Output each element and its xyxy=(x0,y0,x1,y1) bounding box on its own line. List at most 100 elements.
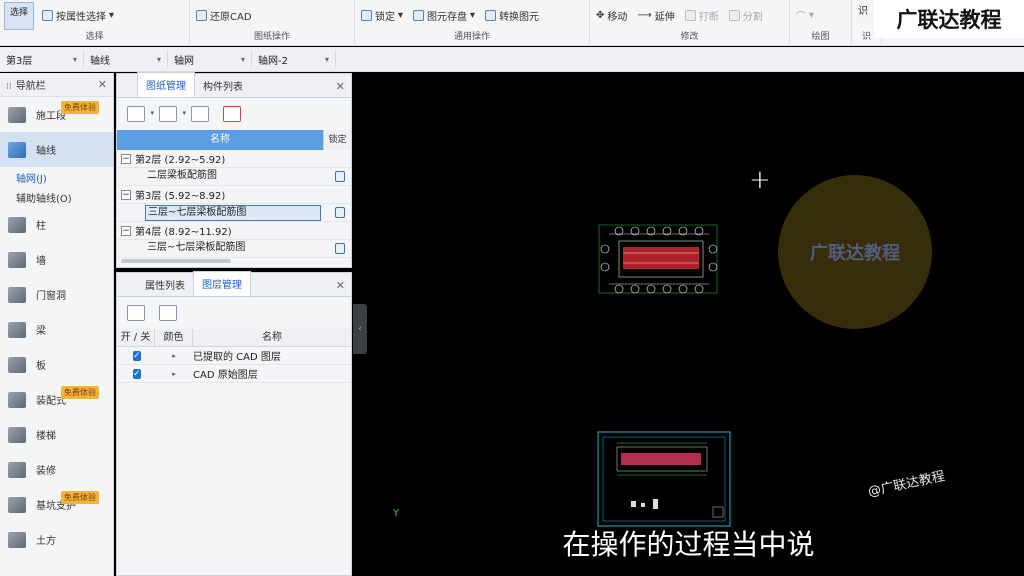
layer-toolbar xyxy=(117,297,351,329)
collapse-icon[interactable]: − xyxy=(121,153,131,164)
nav-item-decoration[interactable]: 装修 xyxy=(0,452,113,487)
convert-button[interactable]: 转换图元 xyxy=(485,8,539,23)
col-color: 颜色 xyxy=(155,329,193,346)
group-label-modify: 修改 xyxy=(680,32,699,42)
table-row-group[interactable]: − 第4层 (8.92~11.92) xyxy=(117,222,351,240)
collapse-icon[interactable]: − xyxy=(121,189,131,200)
group-label-select: 选择 xyxy=(85,32,104,42)
tab-drawing-manager[interactable]: 图纸管理 xyxy=(137,72,195,97)
brand-watermark: 广联达教程 xyxy=(874,0,1024,38)
free-trial-badge: 免费体验 xyxy=(61,101,99,114)
chevron-down-icon: ▾ xyxy=(156,54,161,64)
prop-select-button[interactable]: 按属性选择 ▾ xyxy=(42,8,114,23)
cad-canvas[interactable]: 广联达教程 + Y @广联达教程 在操作的过程当中说 xyxy=(353,73,1024,576)
extend-button[interactable]: ⟶ 延伸 xyxy=(637,8,674,23)
type-select[interactable]: 轴线 ▾ xyxy=(84,50,168,68)
collapse-icon[interactable]: − xyxy=(121,225,131,236)
select-button[interactable]: 选择 xyxy=(4,2,34,30)
drawing-manager-panel: 图纸管理 构件列表 ✕ ▾ ▾ 名称 锁定 − 第2层 (2.92~5.92) 二… xyxy=(116,72,352,268)
edit-drawing-icon[interactable]: ▾ xyxy=(159,106,186,122)
table-row-group[interactable]: − 第3层 (5.92~8.92) xyxy=(117,186,351,204)
free-trial-badge: 免费体验 xyxy=(61,386,99,399)
add-drawing-icon[interactable]: ▾ xyxy=(127,106,154,122)
split-icon xyxy=(728,10,740,21)
close-icon[interactable]: ✕ xyxy=(336,80,345,93)
free-trial-badge: 免费体验 xyxy=(61,491,99,504)
layers-hide-icon[interactable] xyxy=(159,305,177,321)
table-row[interactable]: 二层梁板配筋图 xyxy=(117,168,351,186)
chevron-down-icon: ▾ xyxy=(324,54,329,64)
tab-layer-manager[interactable]: 图层管理 xyxy=(193,271,251,296)
grip-icon[interactable]: ⁞⁞ xyxy=(6,82,12,92)
horizontal-scrollbar[interactable] xyxy=(121,259,231,263)
table-row-selected[interactable]: 三层~七层梁板配筋图 xyxy=(117,204,351,222)
nav-item-axis[interactable]: 轴线 xyxy=(0,132,113,167)
nav-sub-aux-axis[interactable]: 辅助轴线(O) xyxy=(0,187,113,207)
restore-icon xyxy=(196,10,207,21)
chevron-down-icon: ▾ xyxy=(72,54,77,64)
layers-show-icon[interactable] xyxy=(127,305,145,321)
account-watermark: @广联达教程 xyxy=(866,469,947,500)
filter-bar: 第3层 ▾ 轴线 ▾ 轴网 ▾ 轴网-2 ▾ xyxy=(0,47,1024,72)
group-label-drawing: 图纸操作 xyxy=(253,32,290,42)
ribbon-group-common: 锁定 ▾ 图元存盘 ▾ 转换图元 通用操作 xyxy=(355,0,590,46)
table-row[interactable]: 三层~七层梁板配筋图 xyxy=(117,240,351,258)
video-subtitle: 在操作的过程当中说 xyxy=(562,528,815,561)
nav-sub-axis-grid[interactable]: 轴网(J) xyxy=(0,167,113,187)
lock-icon[interactable] xyxy=(335,171,345,182)
nav-item-stairs[interactable]: 楼梯 xyxy=(0,417,113,452)
layer-tabs: 属性列表 图层管理 ✕ xyxy=(117,271,351,297)
layer-row[interactable]: ✓ ▸ CAD 原始图层 xyxy=(117,365,351,383)
checkbox[interactable]: ✓ xyxy=(133,350,141,361)
nav-item-prefab[interactable]: 装配式 免费体验 xyxy=(0,382,113,417)
panel-collapse-handle[interactable]: ‹ xyxy=(353,304,367,354)
ribbon-group-select: 选择 按属性选择 ▾ 选择 xyxy=(0,0,190,46)
col-name: 名称 xyxy=(117,130,323,150)
split-button[interactable]: 分割 xyxy=(728,8,763,23)
restore-cad-button[interactable]: 还原CAD xyxy=(196,8,252,23)
delete-icon[interactable] xyxy=(223,106,241,122)
convert-icon xyxy=(485,10,497,21)
lock-button[interactable]: 锁定 ▾ xyxy=(361,8,403,23)
cad-drawing-sheet[interactable] xyxy=(597,431,731,527)
checkbox[interactable]: ✓ xyxy=(133,368,141,379)
nav-item-openings[interactable]: 门窗洞 xyxy=(0,277,113,312)
decoration-icon xyxy=(8,461,26,478)
instance-select[interactable]: 轴网-2 ▾ xyxy=(252,50,336,68)
col-layer-name: 名称 xyxy=(262,332,282,343)
refresh-icon[interactable] xyxy=(191,106,209,122)
nav-item-slab[interactable]: 板 xyxy=(0,347,113,382)
table-row-group[interactable]: − 第2层 (2.92~5.92) xyxy=(117,150,351,168)
tab-properties[interactable]: 属性列表 xyxy=(137,273,193,296)
close-icon[interactable]: ✕ xyxy=(336,279,345,292)
col-lock: 锁定 xyxy=(323,130,351,150)
break-icon xyxy=(684,10,696,21)
subtype-select[interactable]: 轴网 ▾ xyxy=(168,50,252,68)
crosshair-cursor-icon: + xyxy=(749,165,771,195)
filter-icon xyxy=(42,10,53,21)
identify-button[interactable]: 识 xyxy=(858,2,868,17)
chevron-right-icon[interactable]: ▸ xyxy=(155,352,193,360)
lock-icon[interactable] xyxy=(335,207,345,218)
lock-icon[interactable] xyxy=(335,243,345,254)
nav-item-earthwork[interactable]: 土方 xyxy=(0,522,113,557)
arc-draw-button[interactable]: ⌒ ▾ xyxy=(796,8,814,23)
nav-item-construction-segment[interactable]: 施工段 免费体验 xyxy=(0,97,113,132)
nav-panel: ⁞⁞ 导航栏 ✕ 施工段 免费体验 轴线 轴网(J) 辅助轴线(O) 柱 墙 门窗洞… xyxy=(0,73,114,576)
chevron-down-icon: ▾ xyxy=(240,54,245,64)
floor-select[interactable]: 第3层 ▾ xyxy=(0,50,84,68)
nav-item-beam[interactable]: 梁 xyxy=(0,312,113,347)
move-button[interactable]: ✥ 移动 xyxy=(596,8,627,23)
cad-drawing-beam-plan[interactable] xyxy=(589,219,729,299)
element-save-button[interactable]: 图元存盘 ▾ xyxy=(413,8,475,23)
nav-item-column[interactable]: 柱 xyxy=(0,207,113,242)
stairs-icon xyxy=(8,426,26,443)
drawing-tabs: 图纸管理 构件列表 ✕ xyxy=(117,72,351,98)
nav-item-wall[interactable]: 墙 xyxy=(0,242,113,277)
chevron-right-icon[interactable]: ▸ xyxy=(155,370,193,378)
tab-component-list[interactable]: 构件列表 xyxy=(195,74,251,97)
close-icon[interactable]: ✕ xyxy=(98,78,107,91)
nav-item-pit-support[interactable]: 基坑支护 免费体验 xyxy=(0,487,113,522)
layer-row[interactable]: ✓ ▸ 已提取的 CAD 图层 xyxy=(117,347,351,365)
break-button[interactable]: 打断 xyxy=(684,8,719,23)
